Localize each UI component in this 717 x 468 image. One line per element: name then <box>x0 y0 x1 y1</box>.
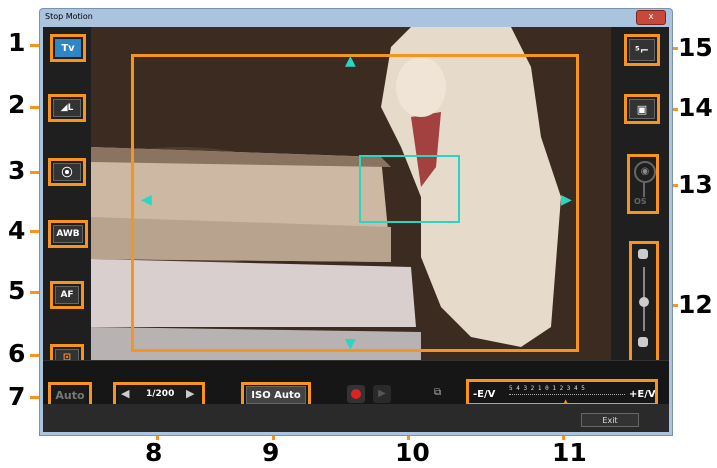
play-button[interactable]: ▶ <box>373 385 391 403</box>
metering-highlight <box>48 158 86 186</box>
callout-14: 14 <box>678 93 713 122</box>
left-control-panel <box>43 27 91 360</box>
camera-release-highlight <box>627 154 659 214</box>
left-arrow-icon[interactable]: ◀ <box>141 193 152 207</box>
live-view-preview[interactable]: ▲ ▼ ◀ ▶ <box>91 27 611 360</box>
window-icon[interactable]: ⧉ <box>434 387 441 398</box>
callout-1: 1 <box>8 28 26 57</box>
window-title: Stop Motion <box>45 12 93 21</box>
title-bar: Stop Motion x <box>40 9 672 27</box>
callout-15: 15 <box>678 33 713 62</box>
live-view-frame-highlight <box>131 54 579 352</box>
callout-9: 9 <box>262 438 280 467</box>
right-arrow-icon[interactable]: ▶ <box>561 193 572 207</box>
exit-button[interactable]: Exit <box>581 413 639 427</box>
image-quality-highlight <box>48 94 86 122</box>
callout-7: 7 <box>8 382 26 411</box>
shooting-settings-highlight <box>624 94 660 124</box>
white-balance-highlight <box>48 220 88 248</box>
callout-3: 3 <box>8 156 26 185</box>
stop-motion-window: Stop Motion x ▲ ▼ ◀ ▶ Tv ◢L ⦿ AWB AF ⊡ ⁵… <box>39 8 673 436</box>
zoom-slider-highlight <box>629 241 659 363</box>
callout-11: 11 <box>552 438 587 467</box>
client-area: ▲ ▼ ◀ ▶ Tv ◢L ⦿ AWB AF ⊡ ⁵⌐ ▣ ◉ OS Auto … <box>43 27 669 432</box>
shooting-mode-highlight <box>50 34 86 62</box>
exposure-highlight <box>466 379 658 406</box>
status-bar <box>43 404 669 432</box>
callout-13: 13 <box>678 170 713 199</box>
callout-2: 2 <box>8 90 26 119</box>
down-arrow-icon[interactable]: ▼ <box>345 337 356 351</box>
up-arrow-icon[interactable]: ▲ <box>345 54 356 68</box>
callout-8: 8 <box>145 438 163 467</box>
callout-12: 12 <box>678 290 713 319</box>
callout-4: 4 <box>8 216 26 245</box>
close-button[interactable]: x <box>636 10 666 25</box>
focus-mode-highlight <box>50 281 84 309</box>
af-focus-frame[interactable] <box>359 155 460 223</box>
drive-mode-highlight <box>624 34 660 66</box>
callout-10: 10 <box>395 438 430 467</box>
record-icon <box>351 389 361 399</box>
callout-5: 5 <box>8 276 26 305</box>
callout-6: 6 <box>8 339 26 368</box>
record-button[interactable] <box>347 385 365 403</box>
